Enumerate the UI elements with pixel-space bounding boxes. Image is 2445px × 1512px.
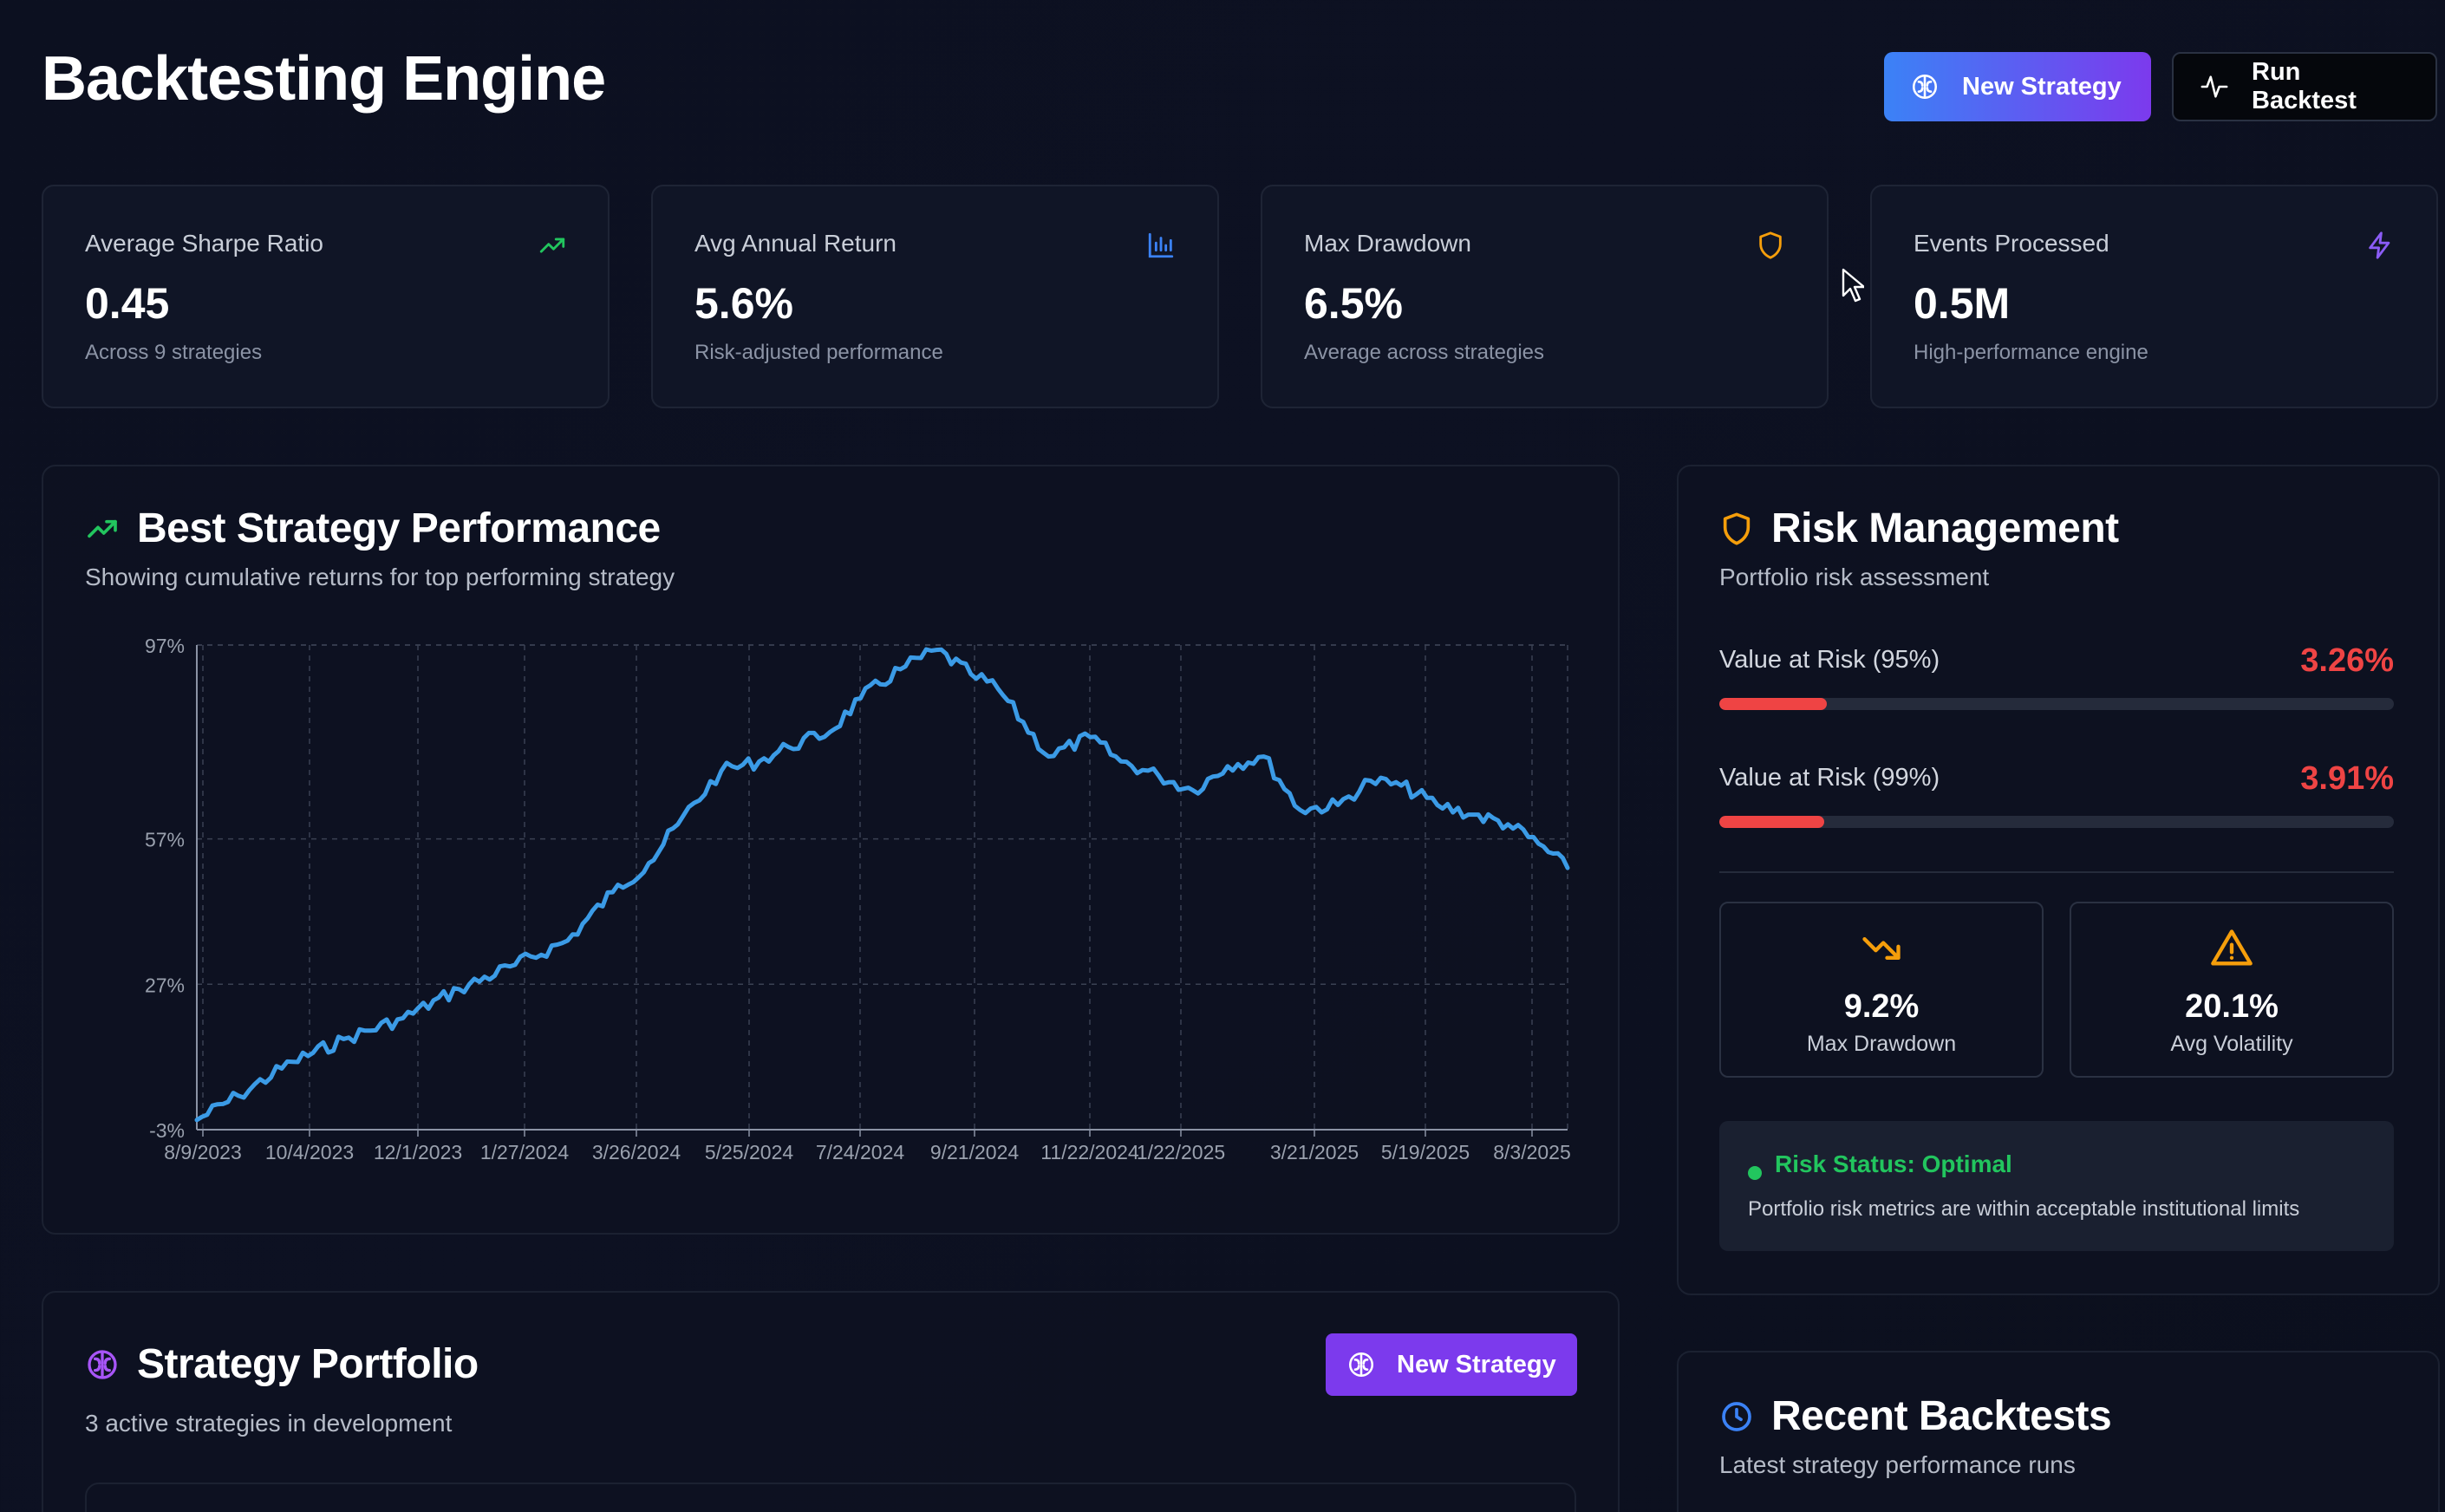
recent-title-text: Recent Backtests — [1771, 1393, 2112, 1439]
portfolio-new-strategy-label: New Strategy — [1397, 1350, 1556, 1378]
risk-title-text: Risk Management — [1771, 505, 2119, 551]
portfolio-title-text: Strategy Portfolio — [137, 1341, 479, 1387]
series-line-cumulative-returns — [194, 647, 1570, 1123]
brain-icon — [1348, 1352, 1374, 1378]
y-tick-label: 97% — [145, 635, 185, 657]
shield-icon — [1723, 512, 1751, 544]
clock-icon — [1722, 1401, 1751, 1431]
recent-title: Recent Backtests — [1719, 1392, 2112, 1440]
x-tick-label: 10/4/2023 — [265, 1141, 354, 1163]
recent-subtitle: Latest strategy performance runs — [1719, 1451, 2076, 1478]
risk-divider — [1719, 871, 2394, 873]
x-tick-label: 12/1/2023 — [374, 1141, 462, 1163]
x-tick-label: 5/19/2025 — [1381, 1141, 1470, 1163]
brain-icon — [88, 1349, 117, 1379]
mouse-cursor-icon — [1842, 268, 1864, 303]
y-tick-label: -3% — [149, 1119, 185, 1142]
portfolio-subtitle: 3 active strategies in development — [85, 1410, 453, 1437]
risk-status-text: Portfolio risk metrics are within accept… — [1748, 1197, 2300, 1221]
var-95-value: 3.26% — [2300, 642, 2394, 679]
max-drawdown-value: 9.2% — [1843, 988, 1920, 1025]
x-tick-label: 1/22/2025 — [1137, 1141, 1225, 1163]
x-tick-label: 7/24/2024 — [816, 1141, 905, 1163]
y-tick-label: 57% — [145, 829, 185, 851]
avg-volatility-label: Avg Volatility — [2170, 1032, 2293, 1056]
var-95-bar — [1719, 698, 2394, 710]
max-drawdown-label: Max Drawdown — [1806, 1032, 1957, 1056]
var-99-label: Value at Risk (99%) — [1719, 764, 1940, 792]
x-tick-label: 8/3/2025 — [1493, 1141, 1571, 1163]
x-tick-label: 11/22/2024 — [1040, 1141, 1139, 1163]
portfolio-new-strategy-button[interactable]: New Strategy — [1326, 1333, 1577, 1396]
risk-status-box: Risk Status: Optimal Portfolio risk metr… — [1719, 1121, 2394, 1251]
status-dot-icon — [1748, 1166, 1762, 1180]
avg-volatility-value: 20.1% — [2185, 988, 2279, 1025]
portfolio-panel — [42, 1291, 1620, 1512]
var-99-value: 3.91% — [2300, 760, 2394, 797]
avg-volatility-card: 20.1% Avg Volatility — [2070, 902, 2394, 1078]
x-tick-label: 1/27/2024 — [480, 1141, 570, 1163]
alert-triangle-icon — [2211, 929, 2253, 966]
max-drawdown-card: 9.2% Max Drawdown — [1719, 902, 2044, 1078]
var-99-bar — [1719, 816, 2394, 828]
risk-status-title: Risk Status: Optimal — [1775, 1150, 2012, 1177]
var-95-label: Value at Risk (95%) — [1719, 646, 1940, 674]
x-tick-label: 3/21/2025 — [1270, 1141, 1359, 1163]
risk-title: Risk Management — [1719, 505, 2119, 552]
portfolio-title: Strategy Portfolio — [85, 1340, 479, 1388]
var-99-bar-fill — [1719, 816, 1824, 828]
x-tick-label: 9/21/2024 — [930, 1141, 1020, 1163]
x-tick-label: 5/25/2024 — [705, 1141, 794, 1163]
portfolio-list-container — [85, 1483, 1576, 1512]
x-tick-label: 8/9/2023 — [164, 1141, 242, 1163]
x-tick-label: 3/26/2024 — [592, 1141, 681, 1163]
y-tick-label: 27% — [145, 974, 185, 996]
trending-down-icon — [1862, 937, 1901, 960]
var-95-bar-fill — [1719, 698, 1828, 710]
risk-subtitle: Portfolio risk assessment — [1719, 564, 1990, 590]
